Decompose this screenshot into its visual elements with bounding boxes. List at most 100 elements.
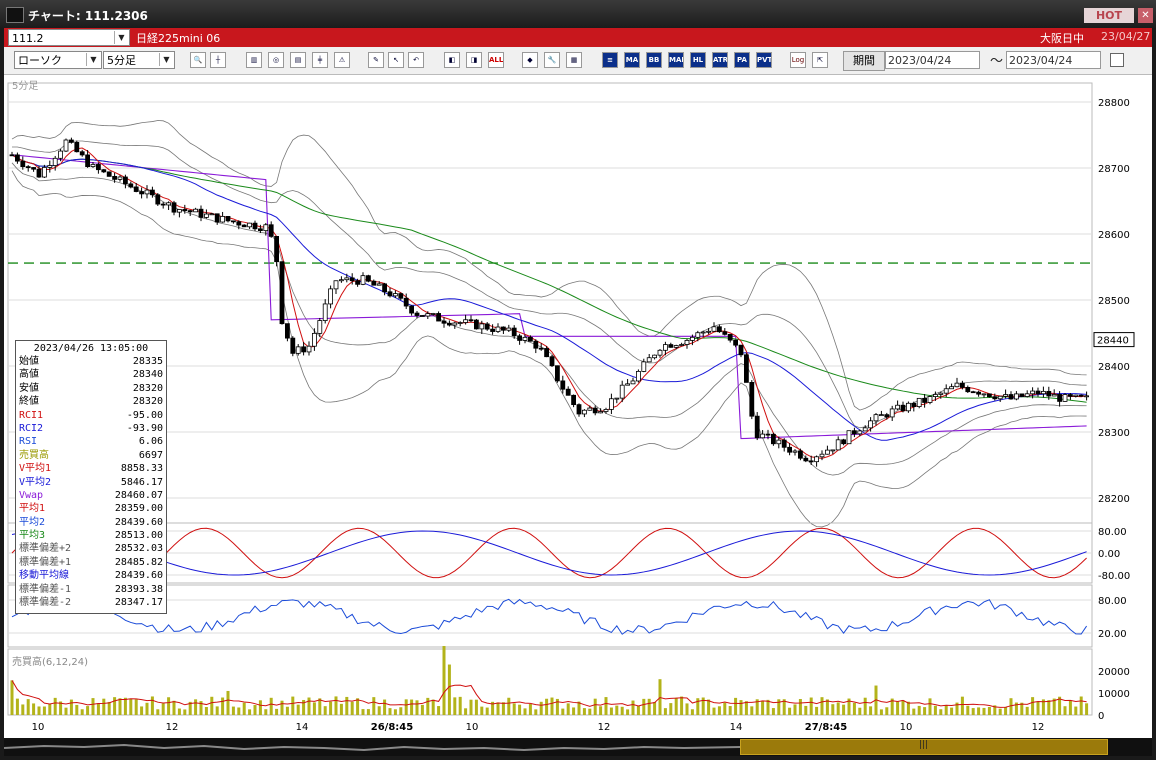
candle-body [371,280,377,286]
x-axis-label: 14 [296,722,309,733]
overview-minimap [4,743,740,752]
chart-area[interactable]: 28800 28700 28600 28500 28400 28300 28200 28440… [4,75,1152,738]
volume-bar [377,706,381,715]
candle-body [198,208,204,218]
candle-body [328,288,334,305]
volume-bar [91,698,95,715]
candle-body [798,450,803,459]
tooltip-row: 標準偏差-1 28393.38 [16,583,166,596]
volume-bar [118,698,122,715]
tick-chart-icon[interactable]: ╪ [312,52,328,68]
bb-button[interactable]: BB [646,52,662,68]
log-button[interactable]: Log [790,52,806,68]
split-chart-icon[interactable]: ◧ [444,52,460,68]
volume-bar [53,697,57,715]
all-button[interactable]: ALL [488,52,504,68]
tooltip-key: 売買高 [19,449,49,461]
candle-body [868,420,873,429]
title-bar: チャート: 111.2306 HOT ✕ [0,0,1156,28]
chevron-down-icon[interactable]: ▼ [159,53,173,66]
candle-settings-icon[interactable]: ▥ [246,52,262,68]
candle-body [241,224,247,228]
compare-icon[interactable]: ◨ [466,52,482,68]
candle-body [835,439,841,451]
symbol-code-select[interactable]: 111.2 ▼ [8,29,130,46]
volume-bar [685,703,689,715]
volume-bar [518,704,522,715]
option-checkbox[interactable] [1110,53,1124,67]
candle-body [960,382,965,388]
volume-bar [771,708,775,715]
tooltip-row: RCI1 -95.00 [16,409,166,422]
undo-icon[interactable]: ↶ [408,52,424,68]
bar-chart-icon[interactable]: ▤ [290,52,306,68]
cursor-icon[interactable]: ↖ [388,52,404,68]
atr-button[interactable]: ATR [712,52,728,68]
volume-bar [512,703,516,715]
period-button[interactable]: 期間 [843,51,885,71]
candle-body [598,411,603,414]
candle-body [646,357,652,363]
candle-body [673,345,679,348]
chevron-down-icon[interactable]: ▼ [86,53,100,66]
rsi-line [11,598,1088,635]
candle-body [52,157,58,166]
indicator-list-icon[interactable]: ≡ [602,52,618,68]
candle-body [603,409,609,412]
chevron-down-icon[interactable]: ▼ [114,31,128,44]
warning-icon[interactable]: ⚠ [334,52,350,68]
tooltip-key: 標準偏差+1 [19,556,72,568]
tooltip-value: 28347.17 [114,597,163,609]
volume-bar [620,706,624,715]
candle-body [392,293,398,297]
wrench-icon[interactable]: 🔧 [544,52,560,68]
pvt-button[interactable]: PVT [756,52,772,68]
volume-bar [339,703,343,715]
time-scrollbar[interactable]: ||| [4,738,1152,756]
palette-icon[interactable]: ◆ [522,52,538,68]
chart-type-select[interactable]: ローソク ▼ [14,51,102,69]
tooltip-value: 28320 [132,396,163,408]
volume-bar [242,702,246,715]
volume-bar [977,707,981,715]
volume-bar [64,707,68,715]
interval-select[interactable]: 5分足 ▼ [103,51,175,69]
tooltip-key: 終値 [19,396,39,408]
candle-body [166,202,172,206]
candle-body [565,388,571,396]
zoom-icon[interactable]: 🔍 [190,52,206,68]
candle-body [1084,395,1089,398]
export-icon[interactable]: ⇱ [812,52,828,68]
close-icon[interactable]: ✕ [1138,8,1153,23]
tooltip-value: 6.06 [138,436,163,448]
color-icon[interactable]: ▦ [566,52,582,68]
volume-bar [809,697,813,715]
volume-bar [161,703,165,715]
candle-body [446,322,452,326]
candle-body [187,210,193,213]
volume-bar [231,706,235,715]
date-from-field[interactable]: 2023/04/24 [885,51,980,69]
hot-button[interactable]: HOT [1084,8,1134,23]
hl-button[interactable]: HL [690,52,706,68]
grip-icon[interactable]: ||| [919,740,928,750]
pen-icon[interactable]: ✎ [368,52,384,68]
candle-body [333,280,339,290]
search-chart-icon[interactable]: ◎ [268,52,284,68]
tooltip-key: V平均2 [19,476,52,488]
tooltip-key: RSI [19,436,38,448]
candle-body [403,297,409,307]
ma-button[interactable]: MA [624,52,640,68]
mae-button[interactable]: MAE [668,52,684,68]
volume-bar [275,708,279,715]
candle-body [20,160,26,168]
para-button[interactable]: PA RA [734,52,750,68]
price-chart[interactable]: 28800 28700 28600 28500 28400 28300 28200 28440… [4,75,1152,738]
volume-bar [312,702,316,715]
candle-body [490,328,496,332]
date-to-field[interactable]: 2023/04/24 [1006,51,1101,69]
candle-body [981,393,987,396]
candle-body [230,220,236,223]
crosshair-icon[interactable]: ┼ [210,52,226,68]
volume-tick-label: 20000 [1098,667,1130,678]
